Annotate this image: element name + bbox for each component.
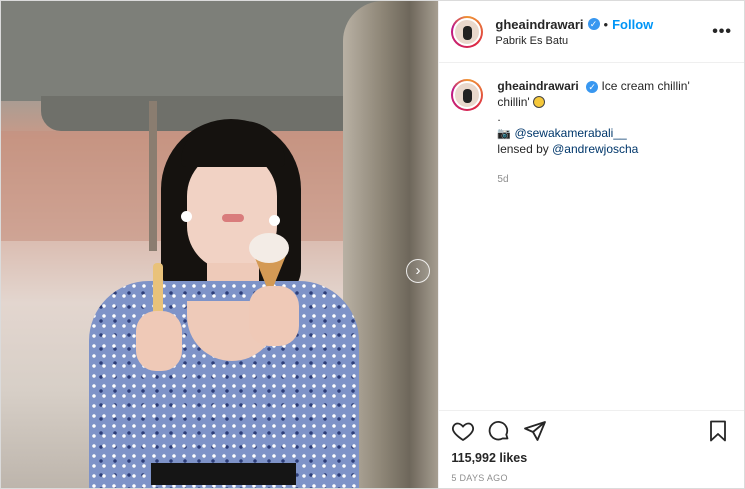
username[interactable]: gheaindrawari (495, 17, 583, 32)
umbrella-canopy (1, 1, 389, 101)
belt (151, 463, 296, 485)
umbrella-pole (149, 101, 157, 251)
follow-button[interactable]: Follow (612, 17, 653, 32)
instagram-post: › gheaindrawari ✓ • Follow Pabrik Es Bat… (0, 0, 745, 489)
bookmark-icon[interactable] (706, 419, 732, 445)
earring-left (181, 211, 192, 222)
caption-separator: . (497, 110, 501, 124)
avatar[interactable] (451, 15, 484, 48)
post-sidebar: gheaindrawari ✓ • Follow Pabrik Es Batu … (438, 1, 744, 488)
lensed-by-label: lensed by (497, 142, 549, 156)
heart-icon[interactable] (451, 419, 477, 445)
caption-username[interactable]: gheaindrawari (497, 79, 578, 93)
sunglasses-emoji-icon (533, 95, 546, 108)
left-hand (136, 311, 182, 371)
caption: gheaindrawari ✓ Ice cream chillin' chill… (439, 63, 744, 187)
verified-badge-icon: ✓ (587, 18, 600, 30)
location-link[interactable]: Pabrik Es Batu (495, 35, 712, 47)
chevron-right-icon[interactable]: › (406, 259, 430, 283)
right-hand (249, 286, 299, 346)
separator-dot: • (603, 16, 609, 32)
post-timestamp[interactable]: 5 DAYS AGO (451, 473, 732, 483)
action-bar: 115,992 likes 5 DAYS AGO (439, 410, 744, 483)
credit-handle-link[interactable]: @sewakamerabali__ (514, 126, 626, 140)
comment-icon[interactable] (487, 419, 513, 445)
camera-icon: 📷 (497, 127, 512, 140)
verified-badge-icon: ✓ (586, 81, 599, 93)
post-header: gheaindrawari ✓ • Follow Pabrik Es Batu … (439, 1, 744, 63)
send-icon[interactable] (523, 419, 549, 445)
post-photo[interactable]: › (1, 1, 439, 488)
caption-avatar[interactable] (451, 79, 484, 111)
lensed-handle-link[interactable]: @andrewjoscha (552, 142, 638, 156)
lips (222, 214, 244, 222)
ice-cream-scoop (249, 233, 289, 263)
earring-right (269, 215, 280, 226)
caption-age: 5d (497, 173, 509, 185)
more-options-icon[interactable]: ••• (712, 23, 732, 41)
likes-count[interactable]: 115,992 likes (451, 451, 732, 465)
